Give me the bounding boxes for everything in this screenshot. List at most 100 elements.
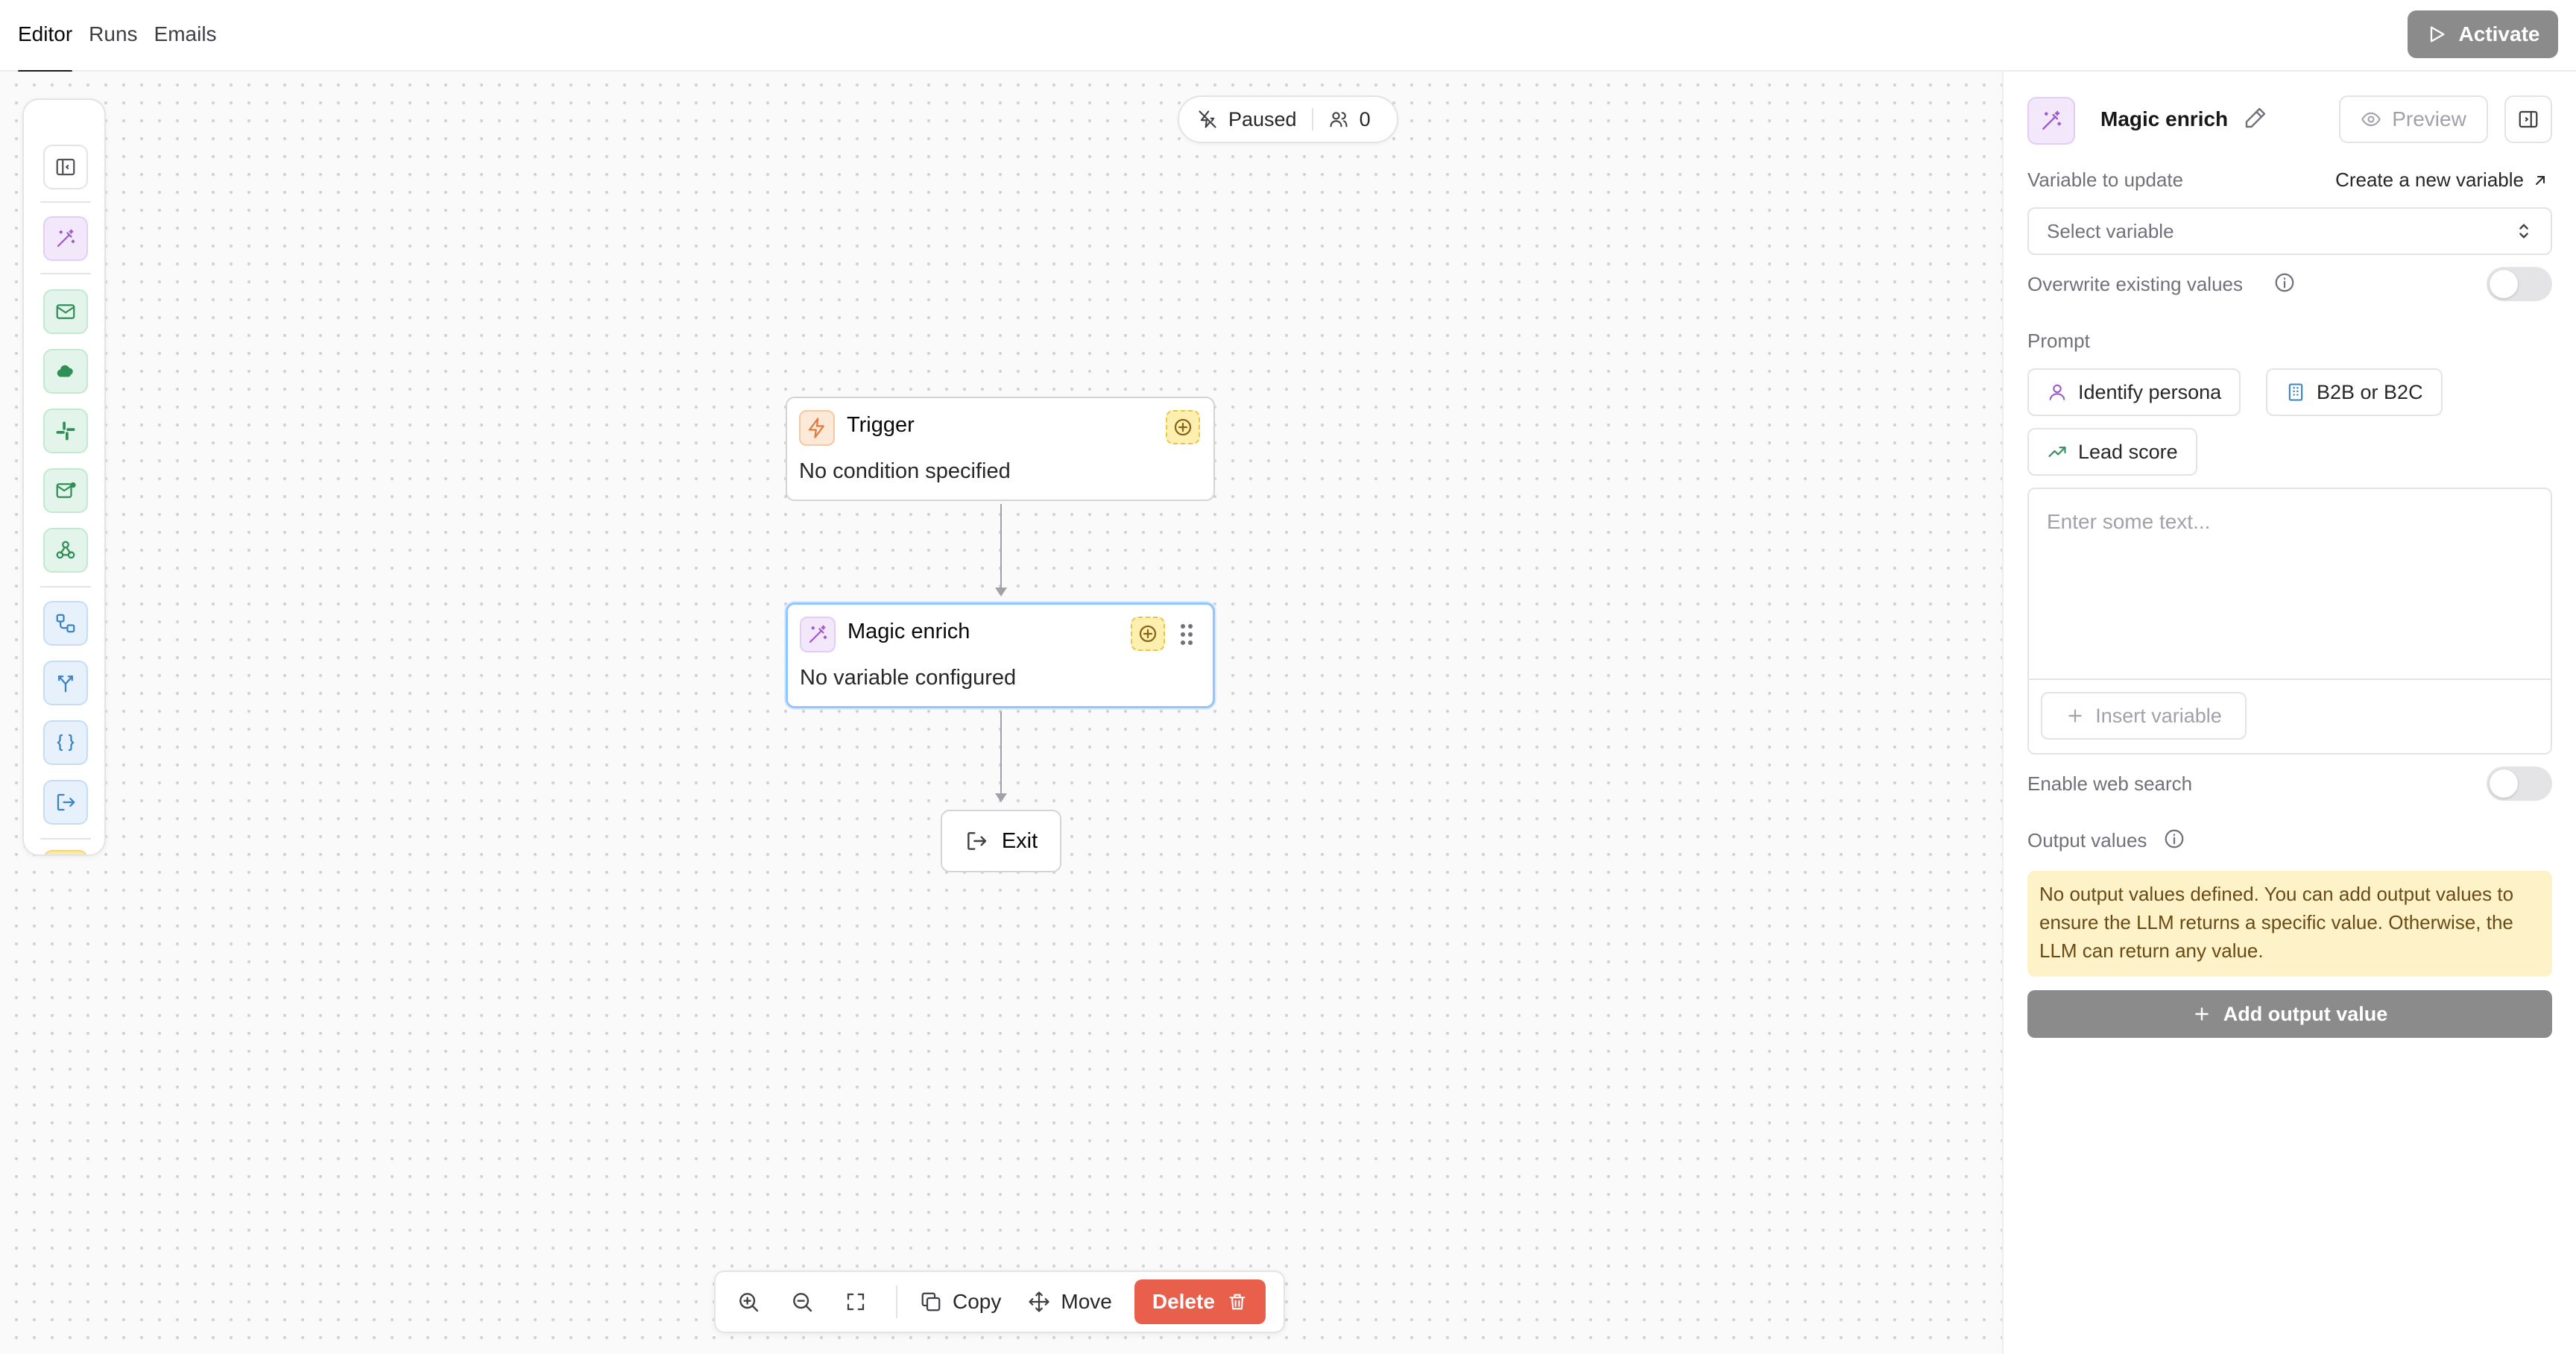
exit-icon[interactable]: [43, 780, 88, 825]
web-search-label: Enable web search: [2027, 772, 2193, 795]
trash-icon: [1227, 1291, 1248, 1312]
drag-handle-icon[interactable]: [1177, 623, 1196, 646]
cloud-icon[interactable]: [43, 349, 88, 394]
chip-label: Lead score: [2078, 440, 2178, 463]
chip-lead-score[interactable]: Lead score: [2027, 428, 2197, 476]
play-icon: [2426, 24, 2447, 45]
preview-button[interactable]: Preview: [2339, 95, 2488, 143]
web-search-toggle[interactable]: [2487, 766, 2552, 801]
copy-label: Copy: [953, 1290, 1002, 1313]
webhook-icon[interactable]: [43, 528, 88, 573]
pencil-icon[interactable]: [2244, 106, 2267, 130]
delete-button[interactable]: Delete: [1134, 1279, 1266, 1324]
magic-wand-icon: [800, 617, 836, 652]
enrich-title: Magic enrich: [847, 620, 970, 643]
insert-variable-button[interactable]: Insert variable: [2041, 692, 2247, 740]
copy-button[interactable]: Copy: [906, 1279, 1014, 1324]
status-paused: Paused: [1197, 108, 1297, 131]
workflow-status-pill: Paused 0: [1178, 95, 1398, 143]
panel-right-icon: [2517, 108, 2539, 130]
overwrite-label: Overwrite existing values: [2027, 273, 2243, 295]
enrich-subtitle: No variable configured: [800, 666, 1017, 690]
chip-label: Identify persona: [2078, 380, 2222, 403]
activate-button[interactable]: Activate: [2408, 10, 2558, 58]
info-icon: [2273, 271, 2296, 294]
slack-icon[interactable]: [43, 409, 88, 453]
move-label: Move: [1061, 1290, 1112, 1313]
magic-wand-icon[interactable]: [43, 216, 88, 261]
tab-runs[interactable]: Runs: [89, 0, 137, 72]
create-variable-label: Create a new variable: [2335, 169, 2524, 191]
eye-icon: [2361, 109, 2381, 130]
variable-label: Variable to update: [2027, 169, 2184, 191]
exit-node[interactable]: Exit: [941, 810, 1061, 872]
select-placeholder: Select variable: [2047, 219, 2174, 242]
building-icon: [2285, 382, 2306, 403]
sidebar-toggle-icon[interactable]: [43, 145, 88, 189]
tab-bar: Editor Runs Emails: [18, 0, 217, 73]
enrolled-count: 0: [1328, 108, 1371, 131]
timer-icon[interactable]: [43, 850, 88, 854]
exit-icon: [965, 829, 988, 853]
chip-b2b-or-b2c[interactable]: B2B or B2C: [2266, 368, 2443, 416]
fit-view-button[interactable]: [833, 1279, 878, 1324]
magic-wand-icon: [2027, 97, 2075, 145]
output-notice: No output values defined. You can add ou…: [2027, 871, 2552, 977]
magic-enrich-node[interactable]: Magic enrich No variable configured: [786, 602, 1215, 708]
arrow-up-right-icon: [2531, 171, 2549, 189]
prompt-editor[interactable]: Enter some text... Insert variable: [2027, 488, 2552, 755]
tab-editor[interactable]: Editor: [18, 0, 73, 73]
fullscreen-icon: [845, 1291, 867, 1313]
workflow-icon[interactable]: [43, 601, 88, 646]
overwrite-toggle[interactable]: [2487, 267, 2552, 301]
preview-label: Preview: [2392, 107, 2466, 130]
code-braces-icon[interactable]: [43, 720, 88, 765]
chip-label: B2B or B2C: [2317, 380, 2423, 403]
delete-label: Delete: [1152, 1290, 1215, 1313]
mail-icon[interactable]: [43, 289, 88, 334]
create-variable-link[interactable]: Create a new variable: [2335, 169, 2549, 192]
add-output-label: Add output value: [2223, 1002, 2388, 1025]
node-palette: [22, 98, 106, 856]
zoom-out-icon: [790, 1290, 814, 1314]
count-text: 0: [1359, 107, 1371, 130]
trigger-title: Trigger: [847, 413, 915, 437]
add-step-icon[interactable]: [1166, 410, 1200, 444]
activate-label: Activate: [2458, 22, 2540, 45]
zoom-in-icon: [736, 1290, 760, 1314]
exit-label: Exit: [1001, 828, 1038, 853]
users-icon: [1328, 109, 1349, 130]
tab-emails[interactable]: Emails: [154, 0, 217, 72]
user-icon: [2047, 382, 2068, 403]
trigger-node[interactable]: Trigger No condition specified: [786, 397, 1215, 501]
copy-icon: [920, 1291, 942, 1313]
info-icon: [2163, 828, 2185, 850]
mail-badge-icon[interactable]: [43, 468, 88, 513]
variable-select[interactable]: Select variable: [2027, 207, 2552, 255]
zoom-in-button[interactable]: [726, 1279, 771, 1324]
zoom-out-button[interactable]: [780, 1279, 824, 1324]
properties-panel: Magic enrich Preview Variable to update …: [2002, 72, 2576, 1354]
move-icon: [1028, 1291, 1050, 1313]
prompt-placeholder: Enter some text...: [2047, 510, 2211, 533]
lightning-icon: [799, 410, 835, 446]
canvas-toolbar: Copy Move Delete: [714, 1270, 1285, 1333]
insert-variable-label: Insert variable: [2095, 704, 2222, 727]
trending-up-icon: [2047, 441, 2068, 462]
collapse-panel-button[interactable]: [2504, 95, 2552, 143]
top-bar: Editor Runs Emails Activate: [0, 0, 2576, 73]
chip-identify-persona[interactable]: Identify persona: [2027, 368, 2241, 416]
prompt-label: Prompt: [2027, 330, 2090, 352]
move-button[interactable]: Move: [1014, 1279, 1125, 1324]
split-icon[interactable]: [43, 661, 88, 705]
add-output-value-button[interactable]: Add output value: [2027, 990, 2552, 1038]
plus-icon: [2065, 706, 2085, 725]
add-step-icon[interactable]: [1131, 617, 1165, 651]
chevron-up-down-icon: [2513, 221, 2534, 242]
trigger-subtitle: No condition specified: [799, 459, 1011, 483]
panel-title: Magic enrich: [2100, 107, 2229, 130]
plus-icon: [2192, 1004, 2212, 1024]
output-values-label: Output values: [2027, 829, 2147, 851]
zap-off-icon: [1197, 109, 1218, 130]
workflow-canvas[interactable]: Paused 0 Trigger No condition specified …: [0, 72, 2002, 1354]
